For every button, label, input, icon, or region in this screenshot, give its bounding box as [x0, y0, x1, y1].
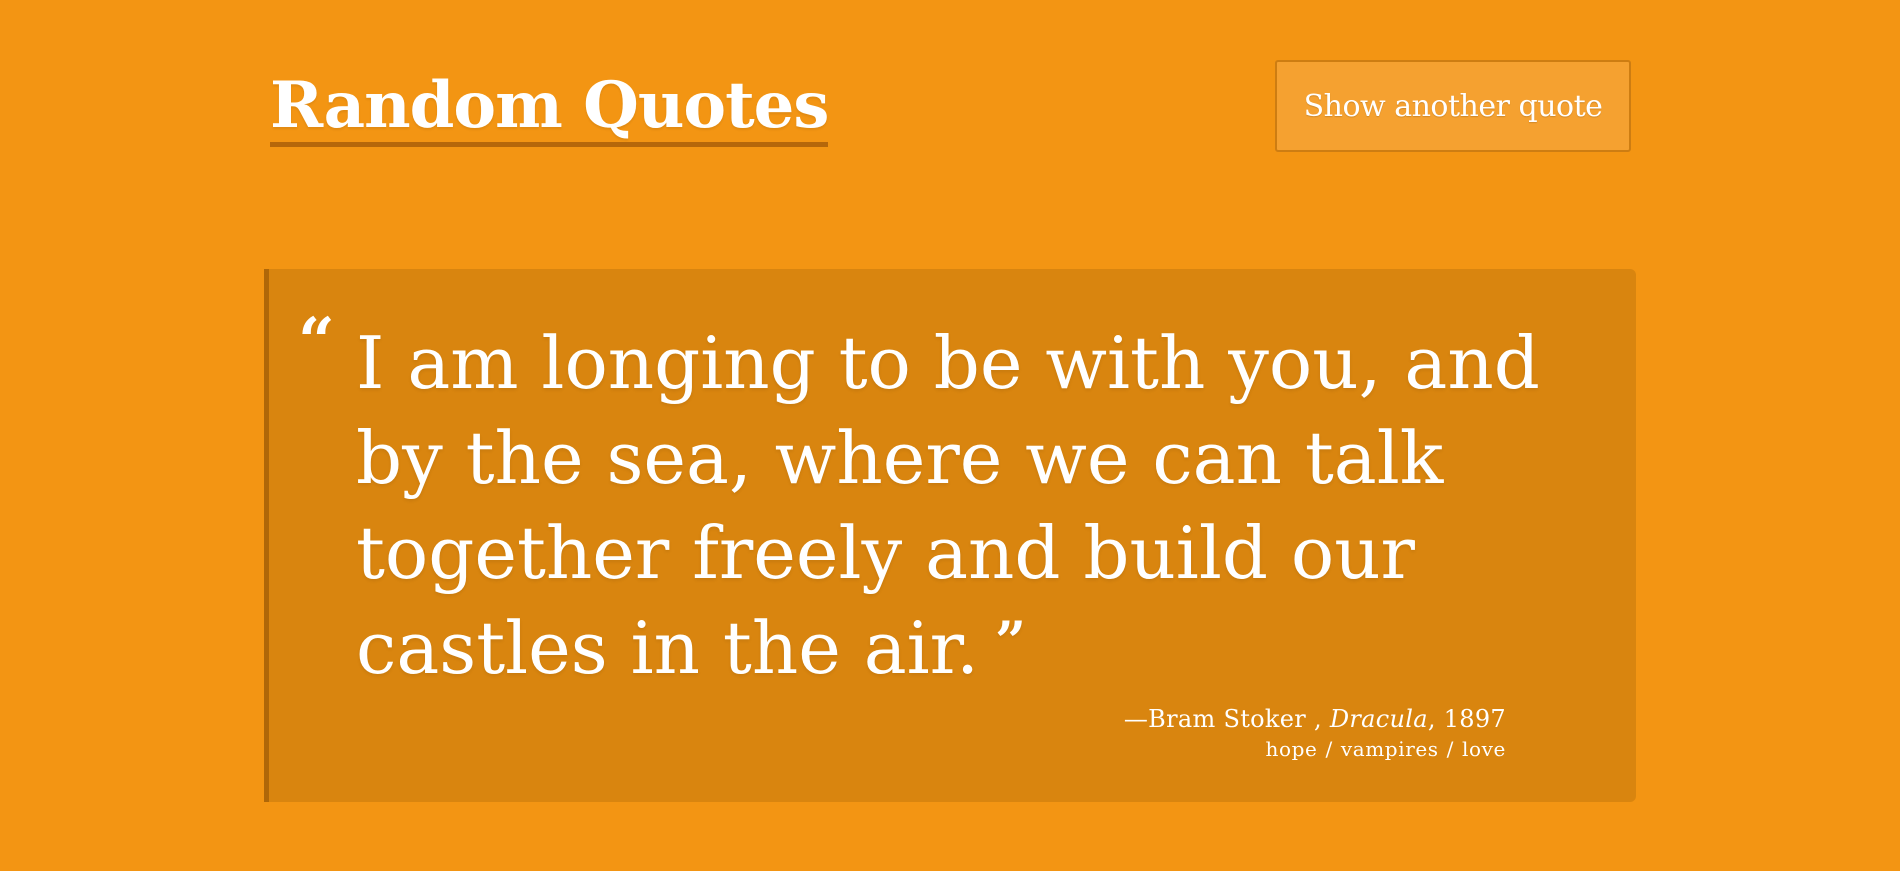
show-another-quote-button[interactable]: Show another quote	[1275, 60, 1631, 152]
quote-card: “ I am longing to be with you, and by th…	[264, 269, 1636, 802]
author-separator: ,	[1313, 705, 1322, 733]
close-quote-icon: ”	[995, 609, 1027, 674]
site-title-link[interactable]: Random Quotes	[270, 70, 829, 147]
quote-author: Bram Stoker	[1148, 705, 1307, 733]
quote-text: I am longing to be with you, and by the …	[356, 316, 1616, 696]
page-header: Random Quotes Show another quote	[270, 60, 1631, 156]
tag-vampires[interactable]: vampires	[1341, 737, 1439, 761]
quote-text-body: I am longing to be with you, and by the …	[356, 321, 1540, 691]
quote-work: Dracula	[1329, 705, 1428, 733]
quote-year: 1897	[1443, 705, 1506, 733]
quote-attribution: —Bram Stoker , Dracula, 1897 hope / vampir…	[1124, 704, 1506, 761]
tag-separator: /	[1325, 737, 1333, 762]
year-separator: ,	[1427, 705, 1436, 733]
quote-citation: —Bram Stoker , Dracula, 1897	[1124, 704, 1506, 735]
tag-love[interactable]: love	[1462, 737, 1506, 761]
open-quote-icon: “	[298, 304, 335, 379]
quote-tags: hope / vampires / love	[1124, 737, 1506, 761]
tag-separator: /	[1446, 737, 1455, 762]
tag-hope[interactable]: hope	[1266, 737, 1318, 761]
citation-dash: —	[1123, 705, 1149, 733]
